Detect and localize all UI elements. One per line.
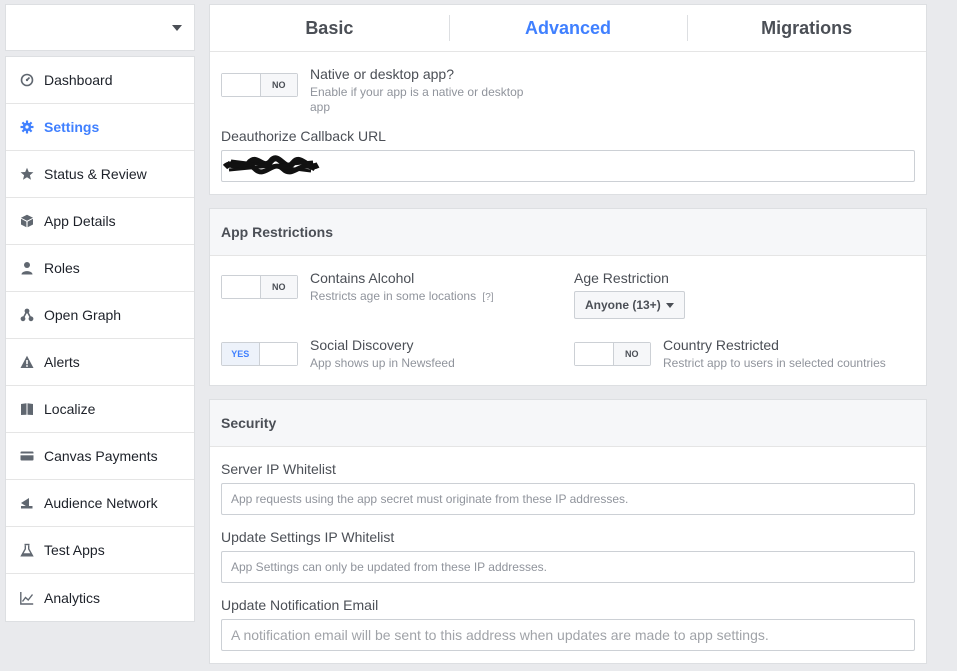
- age-restriction-title: Age Restriction: [574, 270, 669, 286]
- sidebar: Dashboard Settings Status & Review App D…: [5, 4, 195, 622]
- flask-icon: [19, 542, 35, 558]
- social-discovery-title: Social Discovery: [310, 337, 414, 353]
- toggle-state-label: NO: [612, 343, 650, 365]
- chevron-down-icon: [172, 25, 182, 31]
- help-link[interactable]: [?]: [482, 292, 493, 303]
- toggle-state-label: NO: [259, 276, 297, 298]
- notification-email-label: Update Notification Email: [221, 597, 379, 613]
- server-ip-whitelist-input[interactable]: App requests using the app secret must o…: [221, 483, 915, 515]
- age-restriction-select[interactable]: Anyone (13+): [574, 291, 685, 319]
- native-app-description: Enable if your app is a native or deskto…: [310, 85, 524, 114]
- security-heading: Security: [210, 400, 926, 447]
- tab-advanced[interactable]: Advanced: [448, 14, 688, 41]
- age-restriction-option: Age Restriction Anyone (13+): [574, 270, 915, 319]
- native-app-toggle[interactable]: NO: [221, 73, 298, 97]
- social-discovery-description: App shows up in Newsfeed: [310, 356, 455, 370]
- contains-alcohol-toggle[interactable]: NO: [221, 275, 298, 299]
- deauthorize-url-input[interactable]: [221, 150, 915, 182]
- sidebar-item-label: Analytics: [44, 589, 101, 606]
- native-app-title: Native or desktop app?: [310, 66, 454, 82]
- sidebar-item-label: Dashboard: [44, 72, 113, 88]
- update-ip-whitelist-input[interactable]: App Settings can only be updated from th…: [221, 551, 915, 583]
- toggle-state-label: YES: [222, 343, 260, 365]
- social-discovery-toggle[interactable]: YES: [221, 342, 298, 366]
- sidebar-item-canvas-payments[interactable]: Canvas Payments: [6, 433, 194, 480]
- country-restricted-toggle[interactable]: NO: [574, 342, 651, 366]
- sidebar-item-app-details[interactable]: App Details: [6, 198, 194, 245]
- sidebar-item-localize[interactable]: Localize: [6, 386, 194, 433]
- sidebar-item-analytics[interactable]: Analytics: [6, 574, 194, 621]
- sidebar-item-label: Settings: [44, 119, 100, 135]
- graph-icon: [19, 307, 35, 323]
- toggle-knob: [222, 74, 260, 96]
- sidebar-item-label: Audience Network: [44, 495, 158, 511]
- toggle-knob: [575, 343, 613, 365]
- toggle-knob: [222, 276, 260, 298]
- sidebar-item-alerts[interactable]: Alerts: [6, 339, 194, 386]
- app-restrictions-heading: App Restrictions: [210, 209, 926, 256]
- main-content: Basic Advanced Migrations NO Native or d…: [209, 4, 927, 671]
- security-card: Security Server IP Whitelist App request…: [209, 399, 927, 664]
- warning-icon: [19, 354, 35, 370]
- cube-icon: [19, 213, 35, 229]
- sidebar-item-label: Open Graph: [44, 307, 122, 323]
- chart-icon: [19, 590, 35, 606]
- sidebar-item-label: Localize: [44, 401, 96, 417]
- native-app-option: NO Native or desktop app? Enable if your…: [221, 66, 915, 115]
- advanced-settings-card: Basic Advanced Migrations NO Native or d…: [209, 4, 927, 195]
- notification-email-input[interactable]: A notification email will be sent to thi…: [221, 619, 915, 651]
- update-ip-whitelist-label: Update Settings IP Whitelist: [221, 529, 395, 545]
- redacted-scribble: [223, 155, 320, 175]
- alcohol-option: NO Contains Alcohol Restricts age in som…: [221, 270, 574, 319]
- person-icon: [19, 260, 35, 276]
- star-icon: [19, 166, 35, 182]
- card-icon: [19, 448, 35, 464]
- sidebar-item-label: Canvas Payments: [44, 448, 158, 464]
- sidebar-item-label: App Details: [44, 213, 116, 229]
- country-restricted-option: NO Country Restricted Restrict app to us…: [574, 337, 915, 371]
- gear-icon: [19, 119, 35, 135]
- sidebar-item-label: Roles: [44, 260, 80, 276]
- sidebar-item-label: Alerts: [44, 354, 80, 370]
- deauthorize-url-label: Deauthorize Callback URL: [221, 128, 386, 144]
- sidebar-item-dashboard[interactable]: Dashboard: [6, 57, 194, 104]
- dashboard-icon: [19, 72, 35, 88]
- sidebar-item-audience-network[interactable]: Audience Network: [6, 480, 194, 527]
- country-restricted-description: Restrict app to users in selected countr…: [663, 356, 886, 370]
- sidebar-nav: Dashboard Settings Status & Review App D…: [5, 56, 195, 622]
- sidebar-item-test-apps[interactable]: Test Apps: [6, 527, 194, 574]
- tab-basic[interactable]: Basic: [210, 18, 449, 39]
- sidebar-item-settings[interactable]: Settings: [6, 104, 194, 151]
- age-restriction-value: Anyone (13+): [585, 298, 661, 312]
- country-restricted-title: Country Restricted: [663, 337, 779, 353]
- contains-alcohol-desc-text: Restricts age in some locations: [310, 289, 477, 303]
- contains-alcohol-title: Contains Alcohol: [310, 270, 415, 286]
- server-ip-whitelist-label: Server IP Whitelist: [221, 461, 336, 477]
- app-restrictions-card: App Restrictions NO Contains Alcohol Res…: [209, 208, 927, 386]
- toggle-knob: [259, 343, 297, 365]
- sidebar-item-label: Status & Review: [44, 166, 147, 182]
- tab-migrations[interactable]: Migrations: [687, 14, 926, 41]
- sidebar-item-status-review[interactable]: Status & Review: [6, 151, 194, 198]
- contains-alcohol-description: Restricts age in some locations [?]: [310, 289, 494, 305]
- sidebar-item-roles[interactable]: Roles: [6, 245, 194, 292]
- social-discovery-option: YES Social Discovery App shows up in New…: [221, 337, 574, 371]
- tab-bar: Basic Advanced Migrations: [210, 5, 926, 52]
- megaphone-icon: [19, 495, 35, 511]
- sidebar-item-open-graph[interactable]: Open Graph: [6, 292, 194, 339]
- app-selector-dropdown[interactable]: [5, 4, 195, 51]
- sidebar-item-label: Test Apps: [44, 542, 105, 558]
- chevron-down-icon: [665, 302, 674, 308]
- book-icon: [19, 401, 35, 417]
- toggle-state-label: NO: [259, 74, 297, 96]
